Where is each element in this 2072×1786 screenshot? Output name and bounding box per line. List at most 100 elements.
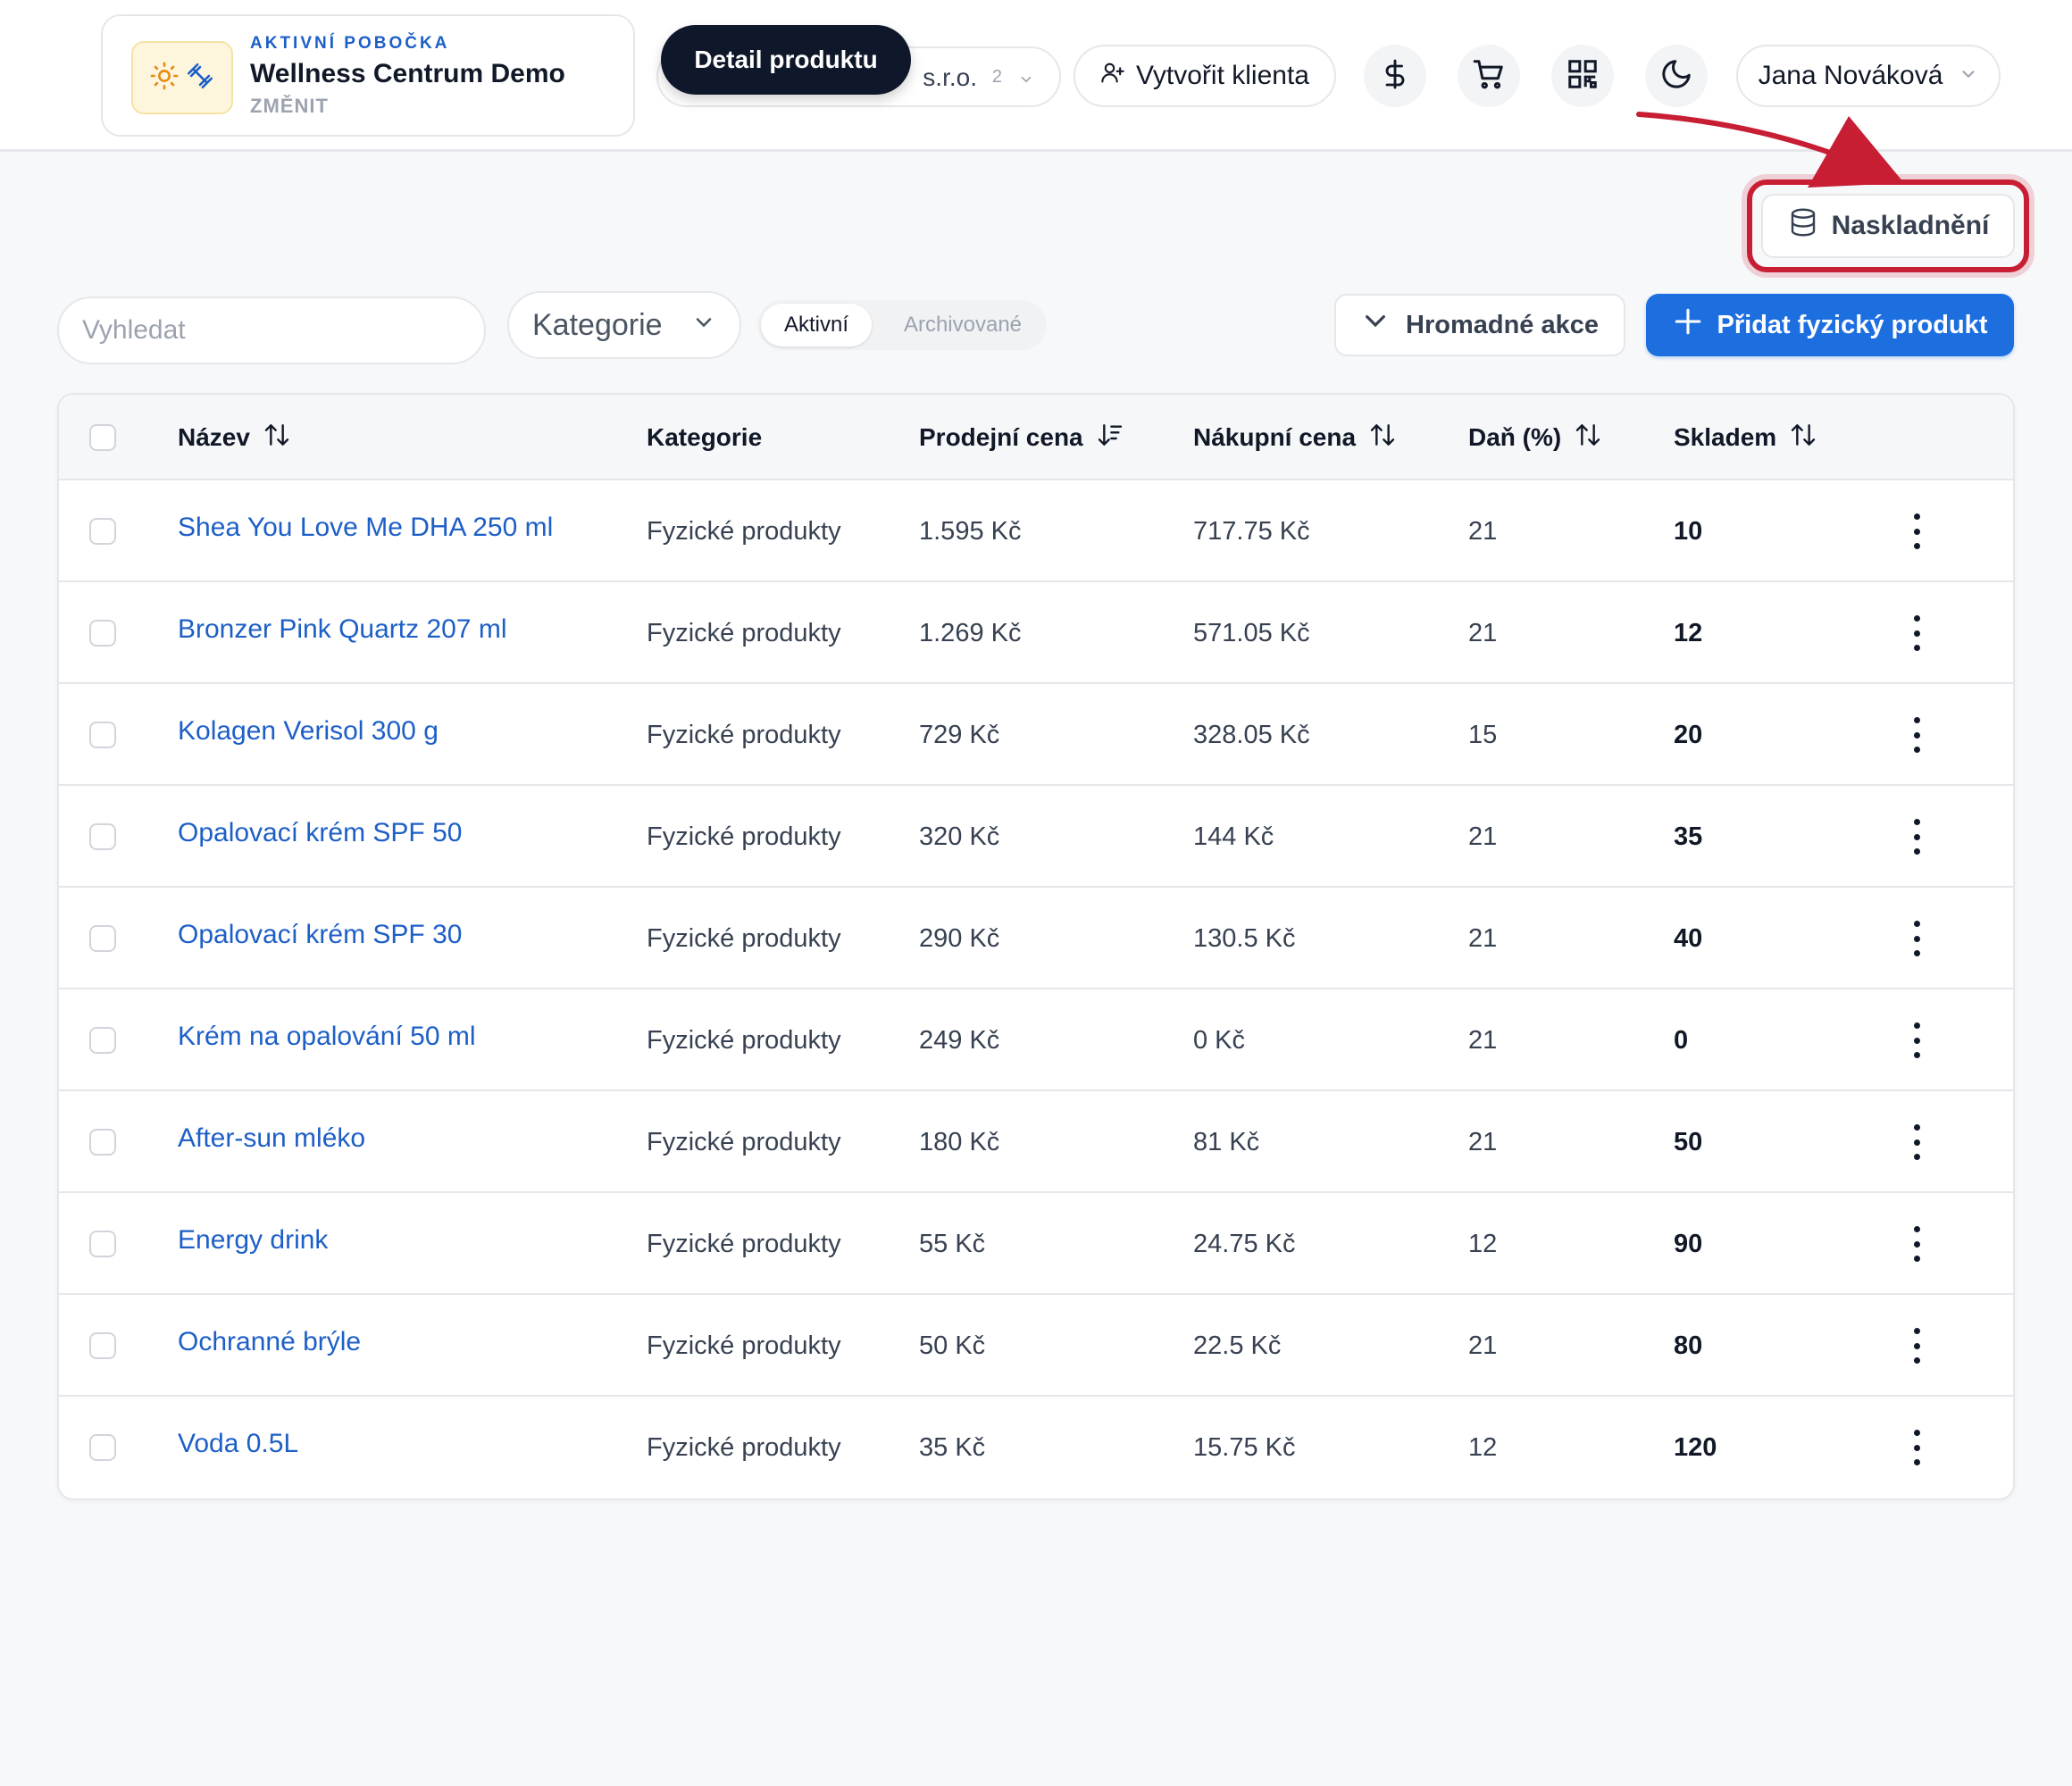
product-purchase-price: 81 Kč: [1193, 1127, 1260, 1156]
product-purchase-price: 22.5 Kč: [1193, 1331, 1282, 1360]
add-physical-product-button[interactable]: Přidat fyzický produkt: [1646, 294, 2014, 356]
product-sale-price: 35 Kč: [919, 1432, 986, 1462]
dollar-icon: [1379, 58, 1411, 95]
product-detail-tooltip: Detail produktu: [661, 25, 911, 95]
product-sale-price: 55 Kč: [919, 1229, 986, 1258]
product-name-link[interactable]: Ochranné brýle: [178, 1291, 361, 1393]
cart-button[interactable]: [1458, 45, 1520, 107]
qr-code-icon: [1566, 57, 1600, 96]
product-stock: 12: [1674, 618, 1703, 647]
select-all-checkbox[interactable]: [89, 424, 116, 451]
product-name-link[interactable]: Energy drink: [178, 1189, 328, 1291]
product-name-link[interactable]: After-sun mléko: [178, 1088, 365, 1189]
kebab-menu-icon[interactable]: [1908, 1430, 1926, 1465]
kebab-menu-icon[interactable]: [1908, 615, 1926, 651]
database-icon: [1787, 206, 1819, 246]
row-checkbox[interactable]: [89, 823, 116, 850]
product-sale-price: 1.595 Kč: [919, 516, 1022, 546]
row-checkbox[interactable]: [89, 1332, 116, 1359]
kebab-menu-icon[interactable]: [1908, 1226, 1926, 1262]
product-purchase-price: 0 Kč: [1193, 1025, 1246, 1055]
chevron-down-icon: [1361, 307, 1390, 343]
column-name[interactable]: Název: [178, 395, 291, 480]
qr-code-button[interactable]: [1551, 45, 1614, 107]
product-sale-price: 320 Kč: [919, 822, 1000, 851]
column-purchase-price[interactable]: Nákupní cena: [1193, 395, 1397, 480]
active-branch-card[interactable]: AKTIVNÍ POBOČKA Wellness Centrum Demo ZM…: [101, 14, 635, 137]
product-sale-price: 290 Kč: [919, 923, 1000, 953]
chevron-down-icon: [1959, 61, 1978, 91]
product-name-link[interactable]: Opalovací krém SPF 50: [178, 782, 462, 884]
product-tax: 12: [1468, 1432, 1498, 1462]
user-plus-icon: [1100, 60, 1125, 92]
product-tax: 21: [1468, 923, 1498, 953]
payments-button[interactable]: [1364, 45, 1426, 107]
kebab-menu-icon[interactable]: [1908, 1022, 1926, 1058]
tab-active[interactable]: Aktivní: [761, 304, 872, 346]
user-menu[interactable]: Jana Nováková: [1736, 45, 2001, 107]
product-name-link[interactable]: Krém na opalování 50 ml: [178, 986, 476, 1088]
product-category: Fyzické produkty: [647, 1432, 841, 1462]
table-row: Opalovací krém SPF 50 Fyzické produkty 3…: [59, 786, 2013, 888]
sun-icon: [149, 61, 180, 96]
kebab-menu-icon[interactable]: [1908, 513, 1926, 549]
product-name-link[interactable]: Kolagen Verisol 300 g: [178, 680, 439, 782]
product-category: Fyzické produkty: [647, 1127, 841, 1156]
stock-in-button[interactable]: Naskladnění: [1761, 194, 2015, 258]
branch-logo: [131, 41, 233, 114]
table-header: Název Kategorie Prodejní cena Nákupní ce…: [59, 395, 2013, 480]
add-product-label: Přidat fyzický produkt: [1717, 310, 1988, 339]
column-category: Kategorie: [647, 395, 762, 480]
product-name-link[interactable]: Opalovací krém SPF 30: [178, 884, 462, 986]
row-checkbox[interactable]: [89, 518, 116, 545]
bulk-actions-label: Hromadné akce: [1406, 310, 1599, 339]
product-stock: 40: [1674, 923, 1703, 953]
column-tax[interactable]: Daň (%): [1468, 395, 1602, 480]
column-purchase-price-label: Nákupní cena: [1193, 423, 1357, 451]
kebab-menu-icon[interactable]: [1908, 819, 1926, 855]
kebab-menu-icon[interactable]: [1908, 921, 1926, 956]
product-sale-price: 249 Kč: [919, 1025, 1000, 1055]
product-tax: 21: [1468, 1025, 1498, 1055]
row-checkbox[interactable]: [89, 925, 116, 952]
branch-change-link[interactable]: ZMĚNIT: [250, 95, 329, 118]
row-checkbox[interactable]: [89, 1027, 116, 1054]
company-count-badge: 2: [991, 67, 1002, 87]
product-stock: 20: [1674, 720, 1703, 749]
bulk-actions-button[interactable]: Hromadné akce: [1334, 294, 1625, 356]
row-checkbox[interactable]: [89, 1231, 116, 1257]
product-purchase-price: 717.75 Kč: [1193, 516, 1310, 546]
branch-eyebrow: AKTIVNÍ POBOČKA: [250, 34, 450, 53]
kebab-menu-icon[interactable]: [1908, 717, 1926, 753]
product-purchase-price: 144 Kč: [1193, 822, 1274, 851]
product-name-link[interactable]: Shea You Love Me DHA 250 ml: [178, 477, 553, 579]
sort-icon: [1789, 421, 1817, 455]
chevron-down-icon: [691, 308, 716, 343]
row-checkbox[interactable]: [89, 722, 116, 748]
theme-toggle-button[interactable]: [1645, 45, 1708, 107]
column-category-label: Kategorie: [647, 423, 763, 451]
column-sale-price-label: Prodejní cena: [919, 423, 1083, 451]
product-category: Fyzické produkty: [647, 822, 841, 851]
row-checkbox[interactable]: [89, 620, 116, 647]
kebab-menu-icon[interactable]: [1908, 1328, 1926, 1364]
product-name-link[interactable]: Bronzer Pink Quartz 207 ml: [178, 579, 506, 680]
product-category: Fyzické produkty: [647, 720, 841, 749]
product-stock: 90: [1674, 1229, 1703, 1258]
column-stock[interactable]: Skladem: [1674, 395, 1817, 480]
category-select[interactable]: Kategorie: [507, 291, 741, 359]
kebab-menu-icon[interactable]: [1908, 1124, 1926, 1160]
row-checkbox[interactable]: [89, 1129, 116, 1156]
product-stock: 120: [1674, 1432, 1717, 1462]
user-name: Jana Nováková: [1758, 61, 1943, 90]
product-tax: 21: [1468, 1127, 1498, 1156]
product-category: Fyzické produkty: [647, 1229, 841, 1258]
column-tax-label: Daň (%): [1468, 423, 1562, 451]
column-sale-price[interactable]: Prodejní cena: [919, 395, 1124, 480]
category-select-label: Kategorie: [532, 307, 663, 342]
product-name-link[interactable]: Voda 0.5L: [178, 1393, 298, 1495]
tab-archived[interactable]: Archivované: [882, 304, 1043, 346]
search-input[interactable]: [57, 296, 486, 364]
create-client-button[interactable]: Vytvořit klienta: [1074, 45, 1336, 107]
row-checkbox[interactable]: [89, 1434, 116, 1461]
